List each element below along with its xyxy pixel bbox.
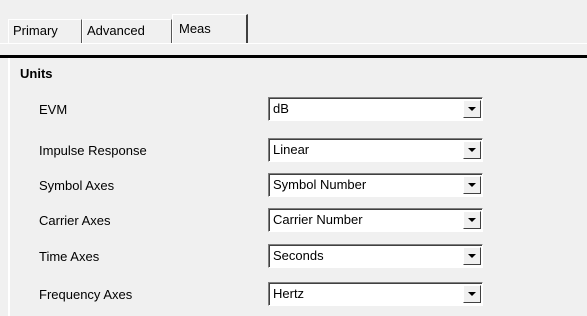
frequency-axes-label: Frequency Axes [39,287,133,302]
tab-advanced-label: Advanced [87,23,145,38]
carrier-axes-dropdown-button[interactable] [463,211,481,229]
impulse-response-dropdown-button[interactable] [463,141,481,159]
panel-left-edge [8,58,10,316]
tab-primary-label: Primary [13,23,58,38]
carrier-axes-select-value: Carrier Number [273,212,363,227]
time-axes-dropdown-button[interactable] [463,247,481,265]
time-axes-select-value: Seconds [273,248,324,263]
chevron-down-icon [468,292,476,296]
evm-dropdown-button[interactable] [463,100,481,118]
evm-select[interactable]: dB [268,97,483,121]
chevron-down-icon [468,107,476,111]
frequency-axes-dropdown-button[interactable] [463,285,481,303]
tab-primary[interactable]: Primary [8,19,82,43]
impulse-response-select[interactable]: Linear [268,138,483,162]
carrier-axes-select[interactable]: Carrier Number [268,208,483,232]
impulse-response-select-value: Linear [273,142,310,157]
evm-label: EVM [39,102,68,117]
symbol-axes-dropdown-button[interactable] [463,176,481,194]
tab-strip: Primary Advanced Meas [0,0,587,58]
carrier-axes-label: Carrier Axes [39,213,111,228]
symbol-axes-select-value: Symbol Number [273,177,367,192]
tab-meas-label: Meas [179,21,211,36]
symbol-axes-label: Symbol Axes [39,178,115,193]
time-axes-select[interactable]: Seconds [268,244,483,268]
time-axes-label: Time Axes [39,249,100,264]
impulse-response-label: Impulse Response [39,143,147,158]
tab-advanced[interactable]: Advanced [82,19,172,43]
frequency-axes-select[interactable]: Hertz [268,282,483,306]
chevron-down-icon [468,218,476,222]
tab-strip-divider [0,43,587,44]
chevron-down-icon [468,148,476,152]
symbol-axes-select[interactable]: Symbol Number [268,173,483,197]
units-group-title: Units [20,66,53,81]
frequency-axes-select-value: Hertz [273,286,305,301]
chevron-down-icon [468,254,476,258]
tab-meas[interactable]: Meas [172,14,248,44]
chevron-down-icon [468,183,476,187]
evm-select-value: dB [273,101,289,116]
